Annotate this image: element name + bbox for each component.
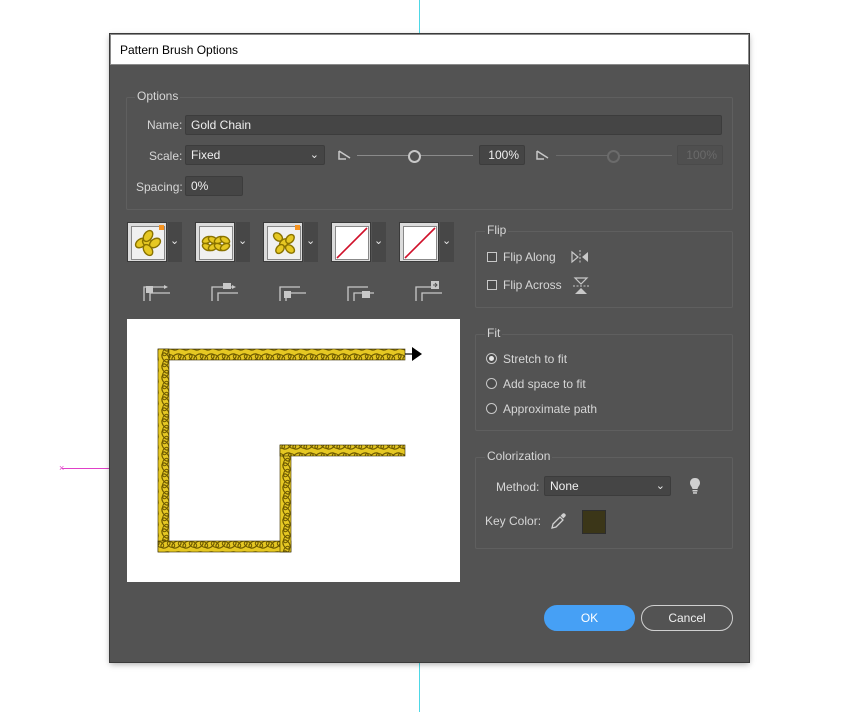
end-tile[interactable] [399, 222, 439, 262]
dialog-title: Pattern Brush Options [120, 43, 239, 57]
ok-button[interactable]: OK [544, 605, 635, 631]
chevron-down-icon: ⌄ [309, 149, 319, 161]
side-tile-button[interactable]: ⌄ [127, 222, 182, 262]
add-space-to-fit-label[interactable]: Add space to fit [503, 377, 586, 391]
flip-along-label[interactable]: Flip Along [503, 250, 556, 264]
flip-group-title: Flip [485, 223, 509, 237]
side-tile[interactable] [127, 222, 167, 262]
method-dropdown-value: None [550, 479, 579, 493]
end-type-icon [415, 281, 442, 301]
start-tile[interactable] [331, 222, 371, 262]
outer-corner-tile-button[interactable]: ⌄ [195, 222, 250, 262]
start-type-icon [347, 286, 374, 301]
flip-group [475, 231, 733, 308]
options-group-title: Options [135, 89, 181, 103]
inner-corner-type-icon [279, 286, 306, 301]
flip-along-checkbox[interactable] [487, 252, 497, 262]
name-input[interactable]: Gold Chain [185, 115, 722, 135]
vertical-guide-top [419, 0, 420, 34]
inner-corner-tile-dropdown[interactable]: ⌄ [304, 222, 318, 262]
scale-min-input[interactable]: 100% [479, 145, 525, 165]
scale-min-icon [338, 150, 351, 160]
scale-max-input: 100% [677, 145, 723, 165]
flip-along-icon [571, 250, 588, 264]
pattern-brush-options-dialog: Pattern Brush Options Options Name: Gold… [110, 34, 749, 662]
chain-outer-corner-tile-icon [199, 226, 233, 260]
colorization-group [475, 457, 733, 549]
side-tile-dropdown[interactable]: ⌄ [168, 222, 182, 262]
brush-preview [127, 319, 460, 582]
colorization-group-title: Colorization [485, 449, 553, 463]
start-tile-dropdown[interactable]: ⌄ [372, 222, 386, 262]
scale-max-slider-thumb [607, 150, 620, 163]
method-label: Method: [496, 480, 540, 494]
scale-label: Scale: [149, 149, 183, 163]
chain-inner-corner-tile-icon [267, 226, 301, 260]
spacing-input[interactable]: 0% [185, 176, 243, 196]
tile-active-marker [295, 225, 300, 230]
inner-corner-tile[interactable] [263, 222, 303, 262]
approximate-path-radio[interactable] [486, 403, 497, 414]
fit-group-title: Fit [485, 326, 503, 340]
flip-across-label[interactable]: Flip Across [503, 278, 562, 292]
horizontal-guide [62, 468, 112, 469]
add-space-to-fit-radio[interactable] [486, 378, 497, 389]
name-label: Name: [147, 118, 183, 132]
key-color-swatch[interactable] [582, 510, 606, 534]
chain-side-tile-icon [131, 226, 165, 260]
end-tile-dropdown[interactable]: ⌄ [440, 222, 454, 262]
chevron-down-icon: ⌄ [170, 235, 180, 247]
outer-corner-tile[interactable] [195, 222, 235, 262]
chevron-down-icon: ⌄ [374, 235, 384, 247]
scale-dropdown-value: Fixed [191, 148, 221, 162]
key-color-label: Key Color: [485, 514, 542, 528]
lightbulb-tips-icon[interactable] [689, 477, 701, 495]
outer-corner-type-icon [211, 283, 238, 301]
none-tile-icon [335, 226, 369, 260]
guide-marker-icon: × [59, 463, 65, 473]
chain-preview-graphic [157, 347, 422, 553]
method-dropdown[interactable]: None ⌄ [544, 476, 671, 496]
dialog-titlebar[interactable]: Pattern Brush Options [110, 34, 749, 65]
vertical-guide-bottom [419, 662, 420, 712]
end-tile-button[interactable]: ⌄ [399, 222, 454, 262]
chevron-down-icon: ⌄ [238, 235, 248, 247]
stretch-to-fit-label[interactable]: Stretch to fit [503, 352, 567, 366]
inner-corner-tile-button[interactable]: ⌄ [263, 222, 318, 262]
chevron-down-icon: ⌄ [442, 235, 452, 247]
tile-active-marker [159, 225, 164, 230]
scale-dropdown[interactable]: Fixed ⌄ [185, 145, 325, 165]
stretch-to-fit-radio[interactable] [486, 353, 497, 364]
outer-corner-tile-dropdown[interactable]: ⌄ [236, 222, 250, 262]
none-tile-icon [403, 226, 437, 260]
flip-across-checkbox[interactable] [487, 280, 497, 290]
scale-min-slider-thumb[interactable] [408, 150, 421, 163]
chevron-down-icon: ⌄ [655, 480, 665, 492]
eyedropper-icon[interactable] [550, 512, 568, 530]
start-tile-button[interactable]: ⌄ [331, 222, 386, 262]
cancel-button[interactable]: Cancel [641, 605, 733, 631]
flip-across-icon [573, 277, 589, 294]
scale-max-icon [536, 150, 549, 160]
side-tile-type-icon [143, 285, 170, 301]
approximate-path-label[interactable]: Approximate path [503, 402, 597, 416]
spacing-label: Spacing: [136, 180, 183, 194]
chevron-down-icon: ⌄ [306, 235, 316, 247]
